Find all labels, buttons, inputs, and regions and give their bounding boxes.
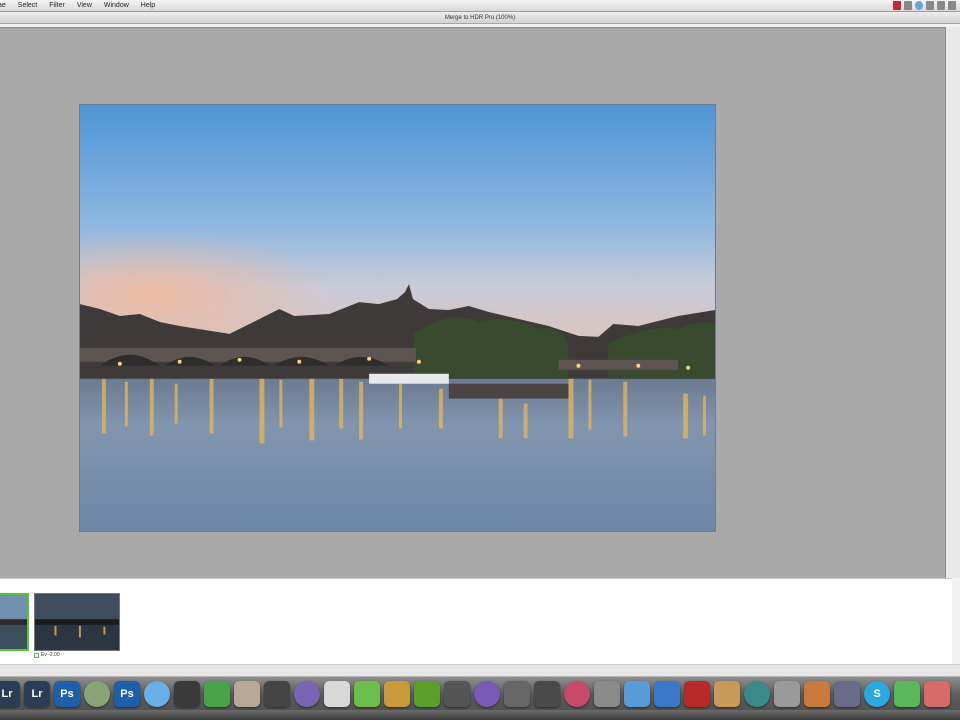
color-app-icon[interactable] bbox=[564, 681, 590, 707]
preview-canvas bbox=[0, 27, 946, 578]
screenshot-icon[interactable] bbox=[774, 681, 800, 707]
window-title: Merge to HDR Pro (100%) bbox=[0, 12, 960, 24]
itunes-icon[interactable] bbox=[474, 681, 500, 707]
menu-filter[interactable]: Filter bbox=[43, 0, 71, 12]
tray-app-icon[interactable] bbox=[893, 1, 901, 10]
film-icon[interactable] bbox=[504, 681, 530, 707]
dock-icons: Lr Lr Ps Ps S bbox=[0, 681, 950, 707]
time-machine-icon[interactable] bbox=[744, 681, 770, 707]
red-book-icon[interactable] bbox=[684, 681, 710, 707]
globe-app-icon[interactable] bbox=[84, 681, 110, 707]
photoshop-2-icon[interactable]: Ps bbox=[114, 681, 140, 707]
ichat-icon[interactable] bbox=[144, 681, 170, 707]
clapper-4-icon[interactable] bbox=[534, 681, 560, 707]
dock: Lr Lr Ps Ps S bbox=[0, 676, 960, 720]
clapper-2-icon[interactable] bbox=[264, 681, 290, 707]
ev-value: Ev -2.00 bbox=[41, 652, 60, 658]
lightroom-icon[interactable]: Lr bbox=[0, 681, 20, 707]
menu-edit[interactable]: ae bbox=[0, 0, 12, 12]
finder-icon[interactable] bbox=[624, 681, 650, 707]
activity-icon[interactable] bbox=[894, 681, 920, 707]
menu-tray bbox=[893, 1, 956, 10]
source-thumbnail[interactable] bbox=[34, 593, 120, 651]
window-bottom-bar bbox=[0, 664, 960, 676]
menu-view[interactable]: View bbox=[71, 0, 98, 12]
thumbnail-checkbox[interactable] bbox=[34, 652, 39, 658]
clapper-3-icon[interactable] bbox=[444, 681, 470, 707]
preview-app-icon[interactable] bbox=[924, 681, 950, 707]
lightroom-2-icon[interactable]: Lr bbox=[24, 681, 50, 707]
thumbnail-ev-label: Ev -2.00 bbox=[34, 652, 60, 658]
pen-tool-icon[interactable] bbox=[834, 681, 860, 707]
photoshop-icon[interactable]: Ps bbox=[54, 681, 80, 707]
clapper-icon[interactable] bbox=[174, 681, 200, 707]
tray-globe-icon[interactable] bbox=[915, 1, 923, 10]
menu-help[interactable]: Help bbox=[135, 0, 161, 12]
right-panel-edge bbox=[946, 27, 960, 578]
menu-select[interactable]: Select bbox=[12, 0, 43, 12]
iphoto-icon[interactable] bbox=[714, 681, 740, 707]
keynote-icon[interactable] bbox=[804, 681, 830, 707]
numbers-icon[interactable] bbox=[204, 681, 230, 707]
tray-wifi-icon[interactable] bbox=[937, 1, 945, 10]
menu-bar: ae Select Filter View Window Help bbox=[0, 0, 960, 12]
evernote-icon[interactable] bbox=[414, 681, 440, 707]
source-thumbnail[interactable] bbox=[0, 593, 29, 651]
skype-icon[interactable]: S bbox=[864, 681, 890, 707]
source-filmstrip: Ev -2.00 bbox=[0, 578, 952, 664]
google-earth-icon[interactable] bbox=[654, 681, 680, 707]
green-app-icon[interactable] bbox=[354, 681, 380, 707]
tray-sync-icon[interactable] bbox=[904, 1, 912, 10]
brush-icon[interactable] bbox=[594, 681, 620, 707]
tray-volume-icon[interactable] bbox=[948, 1, 956, 10]
hdr-preview-image bbox=[79, 104, 716, 532]
dvd-icon[interactable] bbox=[294, 681, 320, 707]
upload-icon[interactable] bbox=[324, 681, 350, 707]
photo-app-icon[interactable] bbox=[234, 681, 260, 707]
dock-shelf bbox=[0, 710, 960, 720]
tray-bluetooth-icon[interactable] bbox=[926, 1, 934, 10]
menu-window[interactable]: Window bbox=[98, 0, 135, 12]
orange-app-icon[interactable] bbox=[384, 681, 410, 707]
merge-hdr-window: Merge to HDR Pro (100%) Ev -2.00 bbox=[0, 12, 960, 676]
